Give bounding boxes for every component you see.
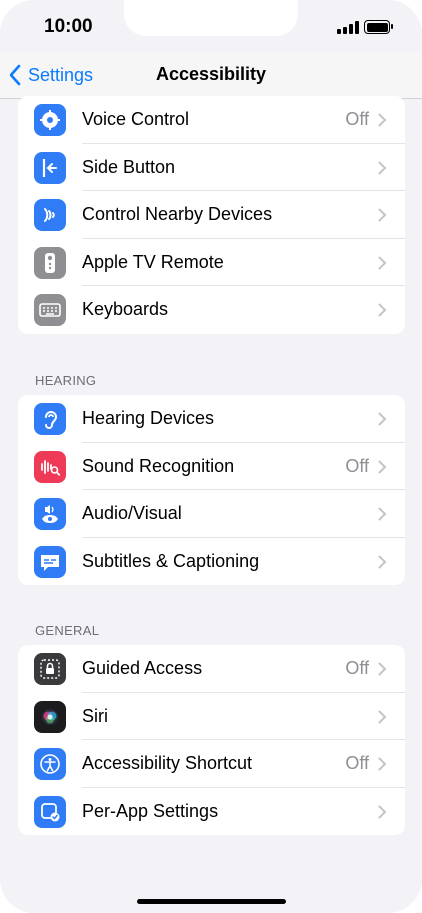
row-sound-recognition[interactable]: Sound Recognition Off xyxy=(18,443,405,490)
chevron-right-icon xyxy=(378,710,387,723)
row-value: Off xyxy=(345,658,369,679)
siri-icon xyxy=(34,700,66,733)
row-side-button[interactable]: Side Button xyxy=(18,144,405,191)
page-title: Accessibility xyxy=(155,64,267,84)
chevron-right-icon xyxy=(378,757,387,771)
row-label: Sound Recognition xyxy=(82,455,235,476)
row-label: Siri xyxy=(82,705,108,726)
status-time: 10:00 xyxy=(44,16,93,37)
row-keyboards[interactable]: Keyboards xyxy=(18,286,405,334)
home-indicator[interactable] xyxy=(137,899,286,904)
voice-control-icon xyxy=(34,104,66,136)
group-general: Guided Access Off Siri Accessibility Sho… xyxy=(18,645,405,835)
row-value: Off xyxy=(345,455,369,476)
per-app-settings-icon xyxy=(34,795,66,828)
row-apple-tv-remote[interactable]: Apple TV Remote xyxy=(18,239,405,286)
chevron-right-icon xyxy=(378,113,387,127)
row-per-app-settings[interactable]: Per-App Settings xyxy=(18,788,405,836)
chevron-right-icon xyxy=(378,662,387,676)
control-nearby-devices-icon xyxy=(34,199,66,231)
row-guided-access[interactable]: Guided Access Off xyxy=(18,645,405,693)
accessibility-icon xyxy=(34,748,66,780)
row-siri[interactable]: Siri xyxy=(18,693,405,740)
chevron-right-icon xyxy=(378,256,387,269)
row-label: Subtitles & Captioning xyxy=(82,550,260,571)
side-button-icon xyxy=(34,151,66,184)
sound-recognition-icon xyxy=(34,450,66,483)
phone-screen: 10:00 Settings Accessibility Voice Contr… xyxy=(0,0,422,913)
ear-icon xyxy=(34,403,66,435)
row-label: Control Nearby Devices xyxy=(82,204,273,225)
chevron-right-icon xyxy=(378,208,387,222)
row-audio-visual[interactable]: Audio/Visual xyxy=(18,490,405,538)
cellular-signal-icon xyxy=(337,21,359,34)
row-label: Keyboards xyxy=(82,299,169,320)
chevron-right-icon xyxy=(378,805,387,818)
row-label: Audio/Visual xyxy=(82,503,182,524)
row-hearing-devices[interactable]: Hearing Devices xyxy=(18,395,405,443)
chevron-right-icon xyxy=(378,460,387,473)
status-bar: 10:00 xyxy=(0,0,422,52)
group-interaction: Voice Control Off Side Button Control Ne… xyxy=(18,96,405,334)
row-label: Guided Access xyxy=(82,658,203,679)
group-hearing: Hearing Devices Sound Recognition Off Au… xyxy=(18,395,405,585)
row-label: Voice Control xyxy=(82,109,190,130)
row-label: Hearing Devices xyxy=(82,408,215,429)
row-value: Off xyxy=(345,753,369,774)
guided-access-icon xyxy=(34,653,66,685)
row-subtitles-captioning[interactable]: Subtitles & Captioning xyxy=(18,538,405,586)
keyboard-icon xyxy=(34,294,66,326)
row-label: Apple TV Remote xyxy=(82,251,224,272)
chevron-right-icon xyxy=(378,555,387,568)
battery-icon xyxy=(364,20,393,34)
chevron-right-icon xyxy=(378,161,387,174)
row-accessibility-shortcut[interactable]: Accessibility Shortcut Off xyxy=(18,740,405,788)
settings-list: Voice Control Off Side Button Control Ne… xyxy=(0,96,422,913)
chevron-right-icon xyxy=(378,507,387,521)
apple-tv-remote-icon xyxy=(34,246,66,279)
section-header-general: GENERAL xyxy=(35,623,100,638)
section-header-hearing: HEARING xyxy=(35,373,97,388)
subtitles-icon xyxy=(34,545,66,578)
row-label: Side Button xyxy=(82,156,176,177)
row-value: Off xyxy=(345,109,369,130)
row-control-nearby-devices[interactable]: Control Nearby Devices xyxy=(18,191,405,239)
audio-visual-icon xyxy=(34,498,66,530)
chevron-right-icon xyxy=(378,303,387,317)
notch xyxy=(124,0,298,36)
row-voice-control[interactable]: Voice Control Off xyxy=(18,96,405,144)
row-label: Per-App Settings xyxy=(82,800,219,821)
row-label: Accessibility Shortcut xyxy=(82,753,253,774)
chevron-right-icon xyxy=(378,412,387,426)
navigation-bar: Settings Accessibility xyxy=(0,52,422,99)
